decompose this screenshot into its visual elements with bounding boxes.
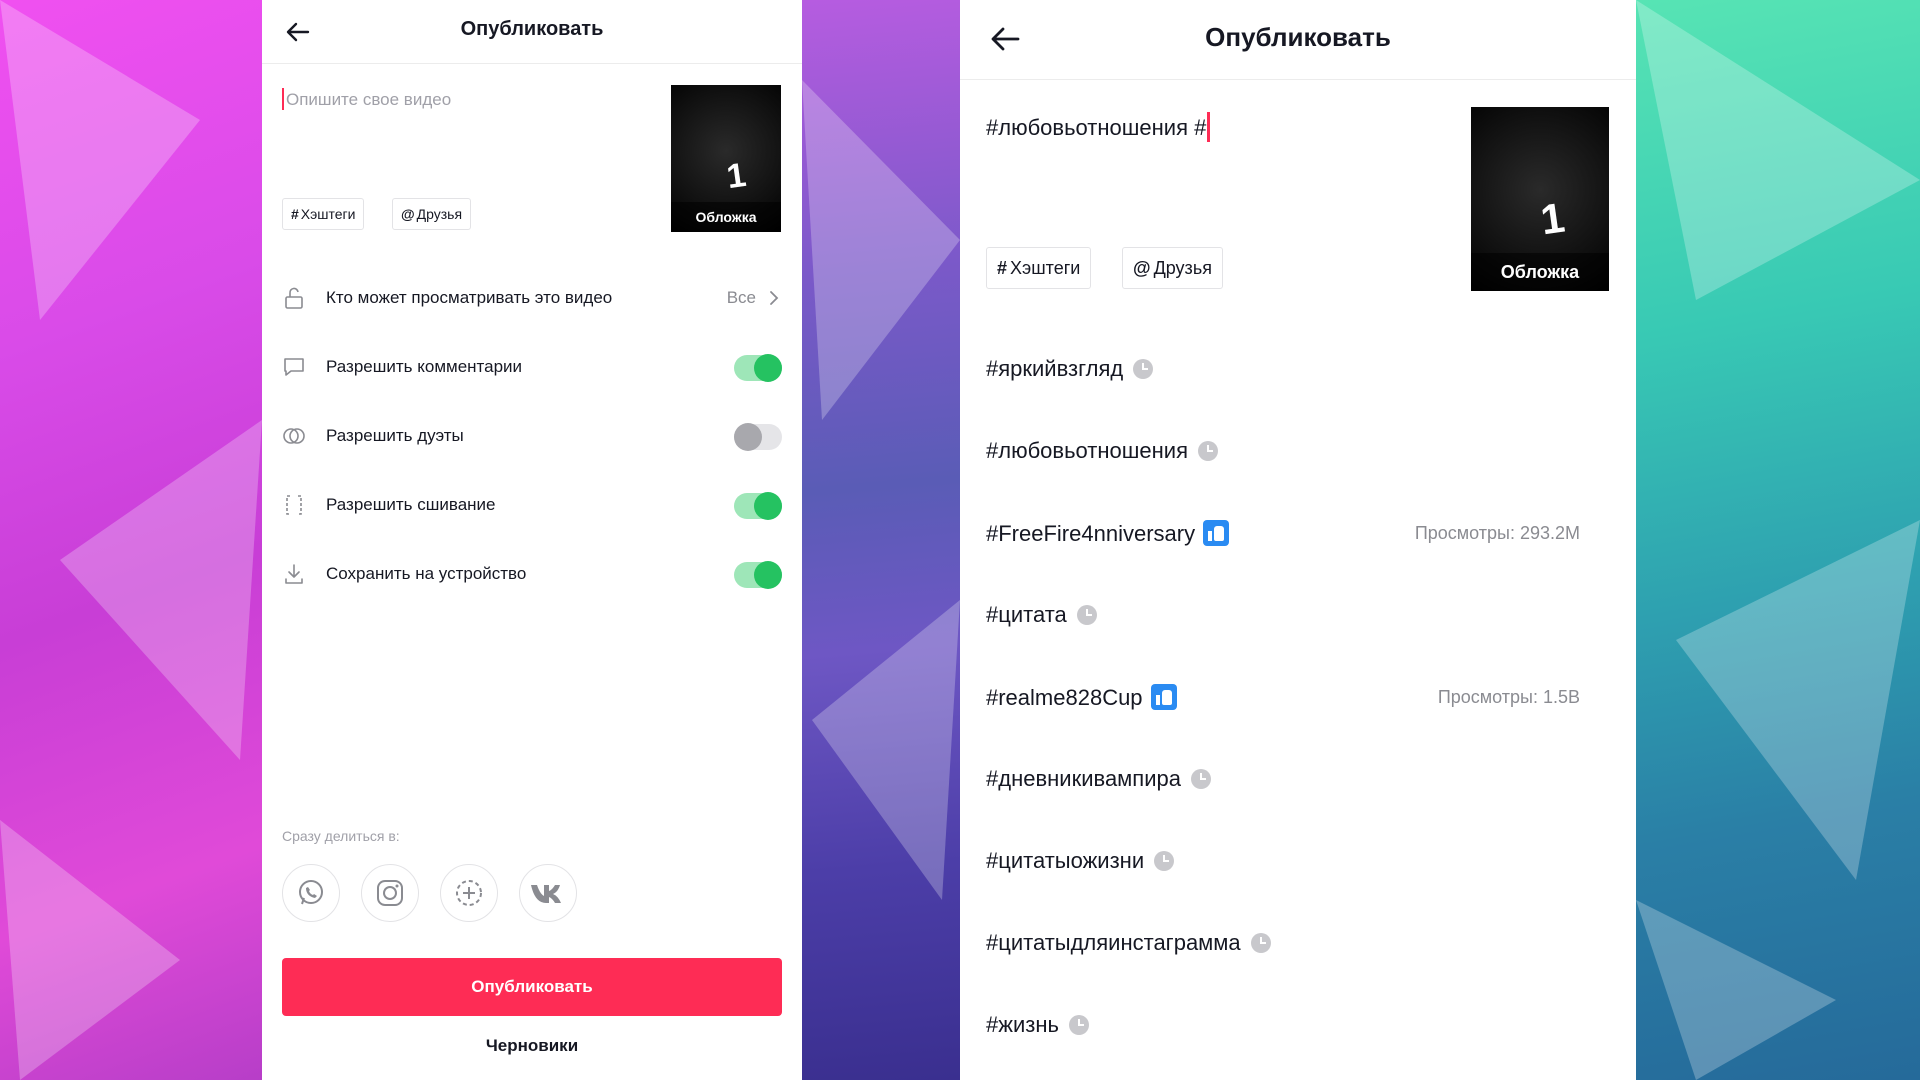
share-story-button[interactable] xyxy=(440,864,498,922)
description-input[interactable]: #любовьотношения # xyxy=(986,112,1211,142)
hashtag-text: #яркийвзгляд xyxy=(986,356,1124,381)
hashtags-chip-label: Хэштеги xyxy=(1010,258,1081,278)
views-count: Просмотры: 293.2M xyxy=(1414,523,1580,543)
hashtags-chip[interactable]: # Хэштеги xyxy=(282,198,365,230)
header: Опубликовать xyxy=(960,0,1636,80)
hashtags-chip-label: Хэштеги xyxy=(300,206,356,222)
hashtag-text: #жизнь xyxy=(986,1012,1059,1037)
hashtag-suggestion[interactable]: #цитата xyxy=(986,592,1608,642)
cover-label: Обложка xyxy=(671,202,781,232)
hashtag-text: #FreeFire4nniversary xyxy=(986,521,1196,546)
privacy-row[interactable]: Кто может просматривать это видео Все xyxy=(282,278,782,318)
comment-icon xyxy=(284,358,304,376)
comments-label: Разрешить комментарии xyxy=(326,357,523,376)
stitch-icon xyxy=(286,495,302,515)
save-device-row: Сохранить на устройство xyxy=(282,554,782,594)
add-story-icon xyxy=(456,880,482,906)
description-placeholder: Опишите свое видео xyxy=(286,90,452,109)
comments-row: Разрешить комментарии xyxy=(282,347,782,387)
at-icon: @ xyxy=(1133,258,1151,278)
clock-icon xyxy=(1076,605,1097,625)
friends-chip-label: Друзья xyxy=(416,206,463,222)
thumbs-up-icon xyxy=(1203,520,1230,546)
background-facets-left xyxy=(0,0,262,1080)
stitch-row: Разрешить сшивание xyxy=(282,485,782,525)
publish-button[interactable]: Опубликовать xyxy=(282,958,782,1016)
hash-icon: # xyxy=(997,258,1008,278)
unlock-icon xyxy=(285,287,303,309)
chevron-right-icon xyxy=(770,291,779,305)
page-title: Опубликовать xyxy=(1205,22,1391,52)
share-label: Сразу делиться в: xyxy=(282,828,400,844)
comments-toggle[interactable] xyxy=(734,354,782,382)
stitch-label: Разрешить сшивание xyxy=(326,495,496,514)
duet-icon xyxy=(283,428,305,444)
clock-icon xyxy=(1133,359,1154,379)
text-cursor xyxy=(1207,112,1211,142)
hashtag-suggestion[interactable]: #жизнь xyxy=(986,1002,1608,1052)
hashtag-text: #дневникивампира xyxy=(986,766,1181,791)
hashtag-text: #любовьотношения xyxy=(986,438,1189,463)
hashtag-suggestion[interactable]: #яркийвзгляд xyxy=(986,346,1608,396)
save-device-label: Сохранить на устройство xyxy=(326,564,527,583)
duets-row: Разрешить дуэты xyxy=(282,416,782,456)
hashtag-suggestion[interactable]: #дневникивампира xyxy=(986,756,1608,806)
hashtag-suggestion[interactable]: #FreeFire4nniversary Просмотры: 293.2M xyxy=(986,510,1608,560)
toggle-knob xyxy=(754,492,782,520)
download-icon xyxy=(285,564,303,584)
clock-icon xyxy=(1190,769,1211,789)
hashtag-text: #цитатыдляинстаграмма xyxy=(986,930,1241,955)
background-facets-middle xyxy=(802,80,960,900)
clock-icon xyxy=(1250,933,1271,953)
hashtag-suggestion[interactable]: #realme828Cup Просмотры: 1.5B xyxy=(986,674,1608,724)
clock-icon xyxy=(1068,1015,1089,1035)
hashtag-text: #realme828Cup xyxy=(986,685,1143,710)
publish-screen-hashtags: Опубликовать #любовьотношения # # Хэштеги… xyxy=(960,0,1636,1080)
instagram-icon xyxy=(377,880,403,906)
vk-icon xyxy=(531,885,561,903)
friends-chip[interactable]: @ Друзья xyxy=(1122,247,1223,289)
page-title: Опубликовать xyxy=(460,18,604,40)
at-icon: @ xyxy=(401,206,415,222)
description-value: #любовьотношения # xyxy=(986,115,1207,140)
hashtag-suggestion[interactable]: #цитатыожизни xyxy=(986,838,1608,888)
text-cursor xyxy=(282,88,284,110)
hashtag-suggestion[interactable]: #любовьотношения xyxy=(986,428,1608,478)
thumbs-up-icon xyxy=(1150,684,1177,710)
cover-thumbnail[interactable]: 1 Обложка xyxy=(671,85,781,232)
privacy-value: Все xyxy=(726,288,756,307)
hashtag-text: #цитата xyxy=(986,602,1067,627)
toggle-knob xyxy=(734,423,762,451)
hashtag-text: #цитатыожизни xyxy=(986,848,1145,873)
hash-icon: # xyxy=(291,206,299,222)
friends-chip-label: Друзья xyxy=(1153,258,1212,278)
share-instagram-button[interactable] xyxy=(361,864,419,922)
clock-icon xyxy=(1154,851,1175,871)
stitch-toggle[interactable] xyxy=(734,492,782,520)
publish-screen-settings: Опубликовать Опишите свое видео # Хэштеги… xyxy=(262,0,802,1080)
header: Опубликовать xyxy=(262,0,802,64)
duets-toggle[interactable] xyxy=(734,423,782,451)
save-device-toggle[interactable] xyxy=(734,561,782,589)
toggle-knob xyxy=(754,561,782,589)
cover-number: 1 xyxy=(724,155,749,197)
duets-label: Разрешить дуэты xyxy=(326,426,464,445)
share-vk-button[interactable] xyxy=(519,864,577,922)
whatsapp-icon xyxy=(299,880,323,905)
cover-thumbnail[interactable]: 1 Обложка xyxy=(1471,107,1609,291)
toggle-knob xyxy=(754,354,782,382)
share-whatsapp-button[interactable] xyxy=(282,864,340,922)
clock-icon xyxy=(1198,441,1219,461)
background-facets-right xyxy=(1636,0,1920,1080)
cover-number: 1 xyxy=(1537,193,1568,244)
friends-chip[interactable]: @ Друзья xyxy=(392,198,472,230)
hashtags-chip[interactable]: # Хэштеги xyxy=(986,247,1092,289)
hashtag-suggestion[interactable]: #цитатыдляинстаграмма xyxy=(986,920,1608,970)
cover-label: Обложка xyxy=(1471,253,1609,291)
privacy-label: Кто может просматривать это видео xyxy=(326,288,613,307)
drafts-button[interactable]: Черновики xyxy=(262,1036,802,1056)
views-count: Просмотры: 1.5B xyxy=(1437,687,1580,707)
